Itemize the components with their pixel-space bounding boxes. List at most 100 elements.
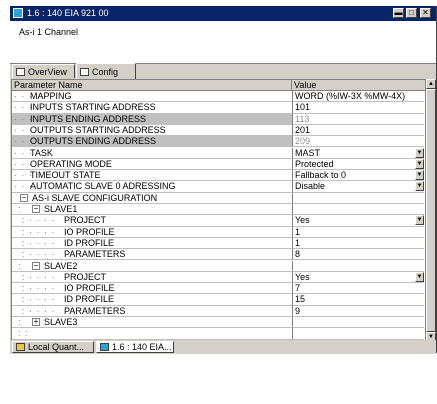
maximize-button[interactable]: □	[406, 8, 417, 18]
taskbar-item-module[interactable]: 1.6 : 140 EIA...	[96, 341, 174, 353]
dropdown-arrow-icon[interactable]: ▼	[415, 147, 424, 158]
table-row[interactable]: · · · OUTPUTS STARTING ADDRESS 201	[12, 124, 425, 137]
parameter-label: TIMEOUT STATE	[30, 170, 101, 181]
parameter-value: MAST	[295, 147, 321, 158]
parameter-value-cell[interactable]	[292, 317, 424, 329]
parameter-value: Disable	[295, 181, 326, 192]
table-row[interactable]: : · · · · PROJECT Yes ▼	[12, 271, 425, 284]
parameter-value-cell[interactable]: Yes ▼	[292, 215, 424, 227]
dropdown-arrow-icon[interactable]: ▼	[415, 181, 424, 192]
vertical-scrollbar[interactable]: ▲ ▼	[426, 79, 436, 342]
parameter-value: 201	[295, 124, 311, 135]
parameter-name-cell: : − SLAVE2	[12, 261, 292, 272]
table-row[interactable]: : · · · · PARAMETERS 9	[12, 305, 425, 317]
parameter-value-cell[interactable]: Yes ▼	[292, 271, 424, 284]
table-row[interactable]: : · · · · PARAMETERS 8	[12, 249, 425, 261]
table-row[interactable]: : :	[12, 328, 425, 340]
parameter-name-cell: · · · AUTOMATIC SLAVE 0 ADRESSING	[12, 181, 292, 193]
parameter-value-cell[interactable]: Protected ▼	[292, 158, 424, 171]
parameter-label: IO PROFILE	[64, 283, 115, 294]
rack-icon	[16, 343, 25, 351]
tab-config[interactable]: Config	[76, 63, 136, 79]
scroll-thumb[interactable]	[426, 89, 436, 332]
parameter-value-cell[interactable]: 7	[292, 283, 424, 295]
table-row[interactable]: · · · OPERATING MODE Protected ▼	[12, 158, 425, 171]
minimize-button[interactable]: ▬	[393, 8, 404, 18]
parameter-value-cell[interactable]	[292, 192, 424, 204]
parameter-value: 209	[295, 136, 311, 147]
parameter-label: AS-i SLAVE CONFIGURATION	[32, 192, 158, 203]
parameter-name-cell: : · · · · IO PROFILE	[12, 227, 292, 238]
parameter-value: 101	[295, 102, 311, 113]
tree-connector: : · · · ·	[22, 305, 56, 316]
collapse-icon[interactable]: −	[20, 193, 28, 202]
table-row[interactable]: : · · · · PROJECT Yes ▼	[12, 215, 425, 227]
column-header-name[interactable]: Parameter Name	[12, 80, 292, 91]
tree-connector: :	[18, 260, 22, 271]
parameter-name-cell: − AS-i SLAVE CONFIGURATION	[12, 193, 292, 204]
parameter-label: INPUTS ENDING ADDRESS	[30, 113, 147, 124]
tree-connector: : · · · ·	[22, 215, 56, 226]
tree-connector: : · · · ·	[22, 283, 56, 294]
parameter-name-cell: : · · · · PARAMETERS	[12, 306, 292, 317]
parameter-value-cell[interactable]	[292, 204, 424, 216]
scroll-up-arrow[interactable]: ▲	[426, 79, 436, 89]
table-row[interactable]: · · · AUTOMATIC SLAVE 0 ADRESSING Disable ▼	[12, 181, 425, 193]
collapse-icon[interactable]: −	[32, 261, 40, 270]
table-row[interactable]: · · · MAPPING WORD (%IW-3X %MW-4X)	[12, 91, 425, 103]
parameter-name-cell: : · · · · PROJECT	[12, 271, 292, 284]
table-row[interactable]: − AS-i SLAVE CONFIGURATION	[12, 192, 425, 204]
tab-config-label: Config	[92, 66, 119, 77]
tab-overview[interactable]: OverView	[12, 64, 75, 78]
tree-connector: : · · · ·	[22, 294, 56, 305]
parameter-value-cell[interactable]: Fallback to 0 ▼	[292, 170, 424, 182]
parameter-value-cell[interactable]: 101	[292, 102, 424, 114]
expand-icon[interactable]: +	[32, 318, 40, 326]
parameter-value-cell[interactable]	[292, 328, 424, 340]
tree-connector: :	[18, 317, 22, 327]
table-row[interactable]: : · · · · IO PROFILE 7	[12, 283, 425, 295]
parameter-value-cell[interactable]: 1	[292, 226, 424, 238]
dropdown-arrow-icon[interactable]: ▼	[415, 170, 424, 181]
tree-connector: : :	[18, 328, 29, 339]
dropdown-arrow-icon[interactable]: ▼	[415, 215, 424, 226]
tab-overview-label: OverView	[28, 66, 67, 77]
parameter-value-cell[interactable]: WORD (%IW-3X %MW-4X)	[292, 91, 424, 103]
parameter-value: Yes	[295, 215, 310, 226]
parameter-value-cell[interactable]: MAST ▼	[292, 147, 424, 159]
table-row[interactable]: : − SLAVE1	[12, 204, 425, 216]
parameter-label: INPUTS STARTING ADDRESS	[30, 102, 156, 113]
parameter-value-cell[interactable]: 15	[292, 294, 424, 306]
close-button[interactable]: ✕	[420, 8, 431, 18]
table-row[interactable]: · · · OUTPUTS ENDING ADDRESS 209	[12, 136, 425, 148]
taskbar-item-local-quantum[interactable]: Local Quant...	[12, 341, 94, 353]
parameter-value-cell[interactable]: 9	[292, 305, 424, 317]
table-row[interactable]: · · · INPUTS ENDING ADDRESS 113	[12, 113, 425, 125]
column-header-value[interactable]: Value	[292, 80, 425, 91]
table-row[interactable]: · · · TIMEOUT STATE Fallback to 0 ▼	[12, 170, 425, 182]
parameter-label: SLAVE2	[44, 260, 78, 271]
table-row[interactable]: · · · TASK MAST ▼	[12, 147, 425, 159]
collapse-icon[interactable]: −	[32, 205, 40, 213]
table-row[interactable]: · · · INPUTS STARTING ADDRESS 101	[12, 102, 425, 114]
table-row[interactable]: : · · · · ID PROFILE 15	[12, 294, 425, 306]
window-title: 1.6 : 140 EIA 921 00	[27, 8, 109, 18]
table-row[interactable]: : · · · · IO PROFILE 1	[12, 226, 425, 238]
parameter-name-cell: · · · OPERATING MODE	[12, 159, 292, 171]
dropdown-arrow-icon[interactable]: ▼	[415, 158, 424, 169]
table-row[interactable]: : + SLAVE3	[12, 317, 425, 329]
module-icon	[100, 343, 109, 351]
parameter-label: SLAVE3	[44, 317, 78, 327]
table-row[interactable]: : − SLAVE2	[12, 260, 425, 272]
title-bar[interactable]: 1.6 : 140 EIA 921 00 ▬ □ ✕	[10, 6, 436, 21]
parameter-value-cell[interactable]: 209	[292, 136, 424, 148]
table-row[interactable]: : · · · · ID PROFILE 1	[12, 237, 425, 250]
tree-connector: : · · · ·	[22, 271, 56, 282]
parameter-value-cell[interactable]: 201	[292, 124, 424, 137]
parameter-value-cell[interactable]: 113	[292, 113, 424, 125]
dropdown-arrow-icon[interactable]: ▼	[415, 271, 424, 282]
parameter-value-cell[interactable]	[292, 260, 424, 272]
parameter-value-cell[interactable]: 1	[292, 237, 424, 250]
parameter-value-cell[interactable]: 8	[292, 249, 424, 261]
parameter-value-cell[interactable]: Disable ▼	[292, 181, 424, 193]
